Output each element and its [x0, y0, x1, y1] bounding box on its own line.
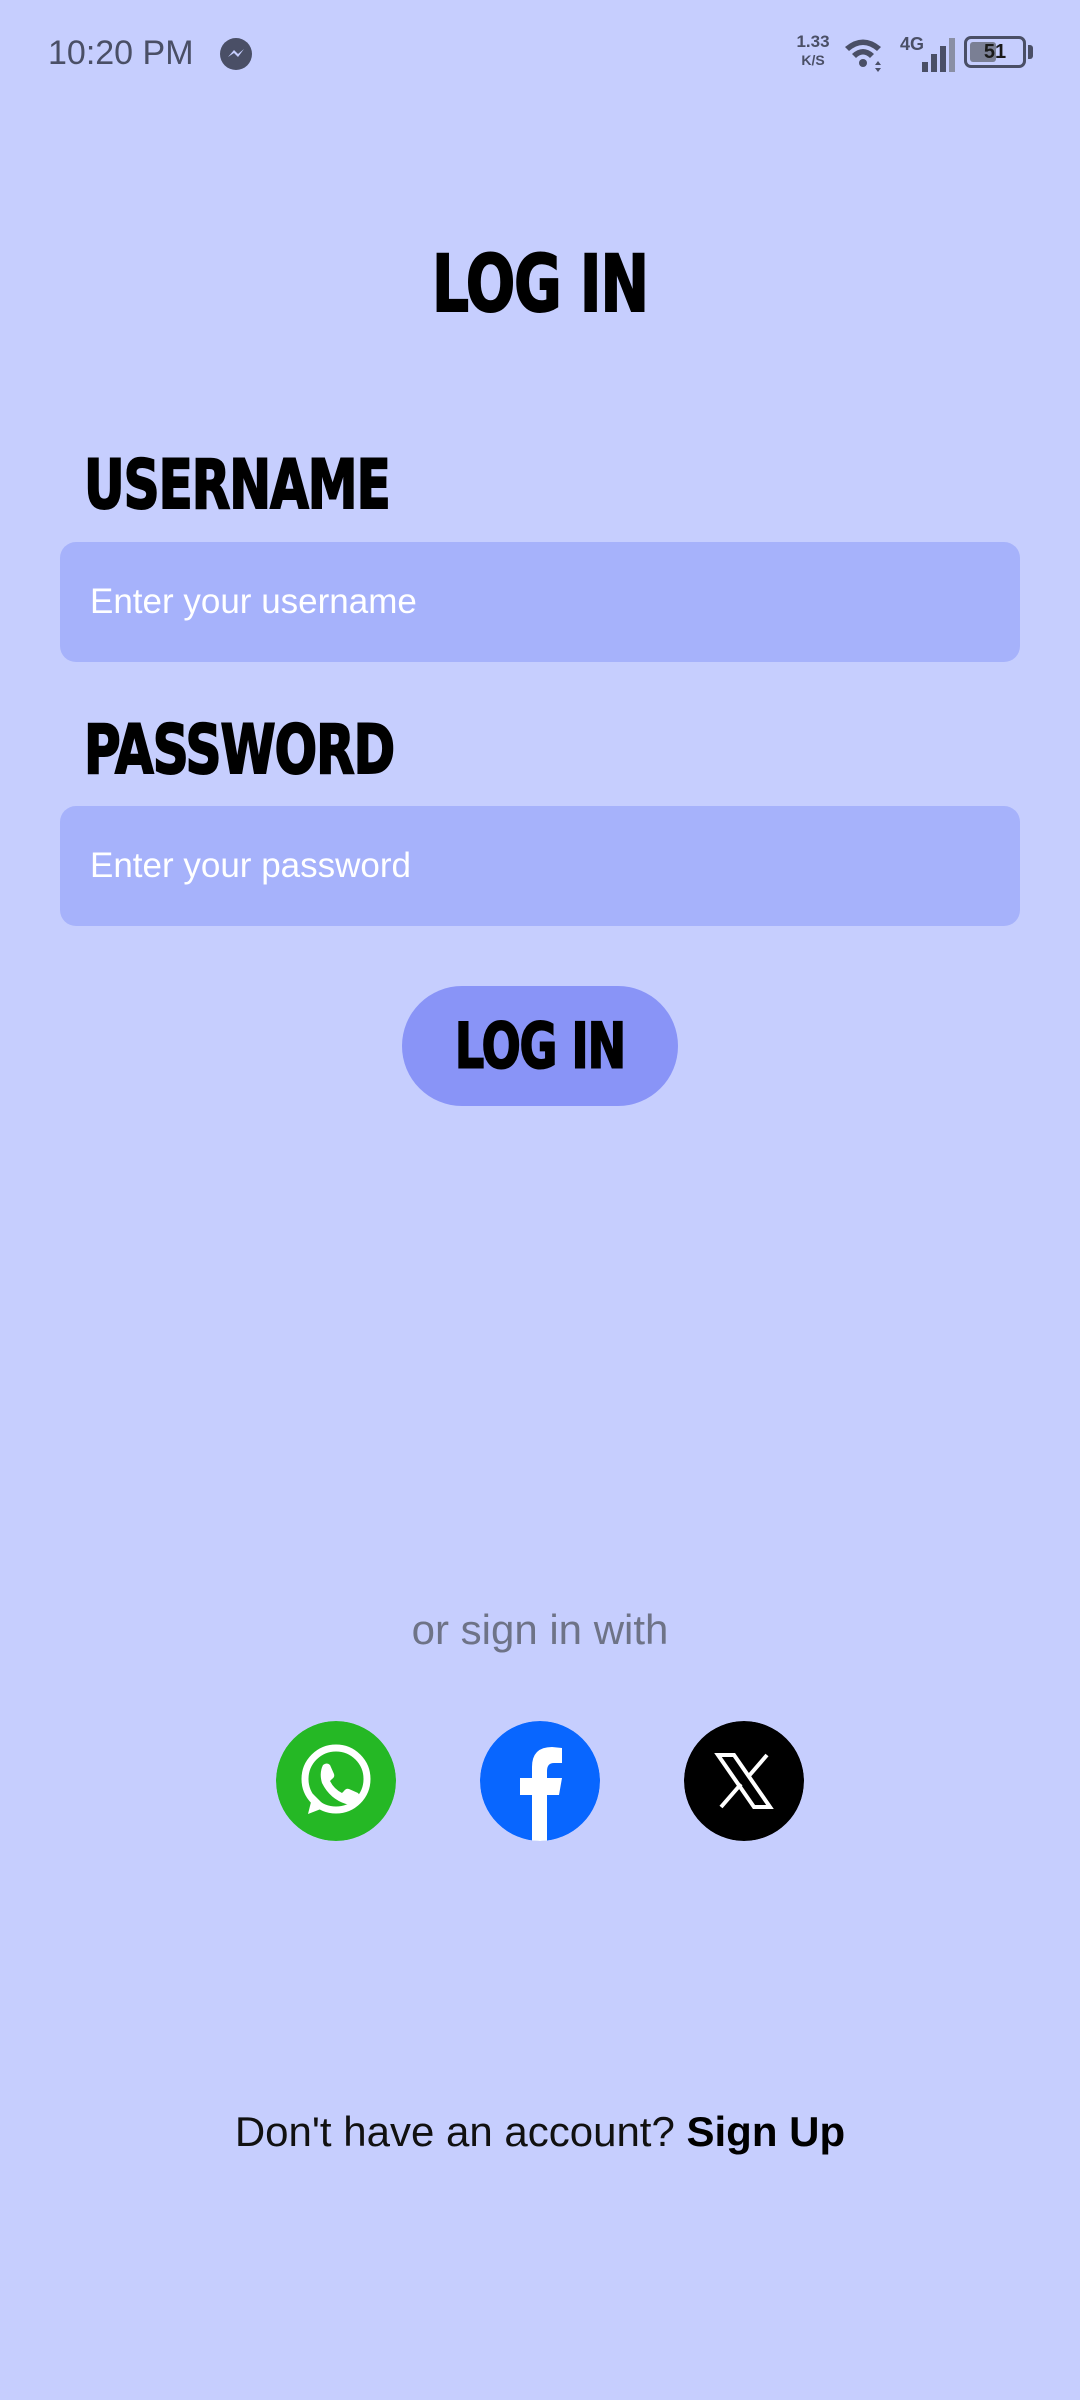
- x-signin-button[interactable]: [684, 1721, 804, 1841]
- status-time: 10:20 PM: [48, 34, 194, 72]
- password-input[interactable]: [60, 806, 1020, 926]
- x-icon: [684, 1721, 804, 1841]
- network-speed-unit: K/S: [801, 52, 825, 68]
- battery-icon: 51: [964, 36, 1026, 68]
- facebook-icon: [480, 1721, 600, 1841]
- username-input[interactable]: [60, 542, 1020, 662]
- signup-link[interactable]: Sign Up: [687, 2108, 846, 2155]
- social-signin-prompt: or sign in with: [411, 1606, 669, 1653]
- login-button-label: LOG IN: [454, 1009, 627, 1084]
- whatsapp-icon: [276, 1721, 396, 1841]
- network-speed: 1.33 K/S: [790, 32, 836, 70]
- signup-row: Don't have an account? Sign Up: [0, 2108, 1080, 2156]
- wifi-icon: [842, 34, 884, 74]
- whatsapp-signin-button[interactable]: [276, 1721, 396, 1841]
- signup-prompt: Don't have an account?: [234, 2108, 675, 2155]
- network-speed-value: 1.33: [796, 32, 830, 51]
- messenger-icon: [220, 38, 252, 70]
- battery-cap: [1028, 45, 1033, 59]
- password-label: PASSWORD: [83, 710, 396, 790]
- signal-icon: [920, 34, 962, 74]
- facebook-signin-button[interactable]: [480, 1721, 600, 1841]
- page-title: LOG IN: [431, 237, 650, 331]
- login-button[interactable]: LOG IN: [402, 986, 678, 1106]
- username-label: USERNAME: [83, 445, 391, 525]
- battery-level: 51: [983, 41, 1007, 63]
